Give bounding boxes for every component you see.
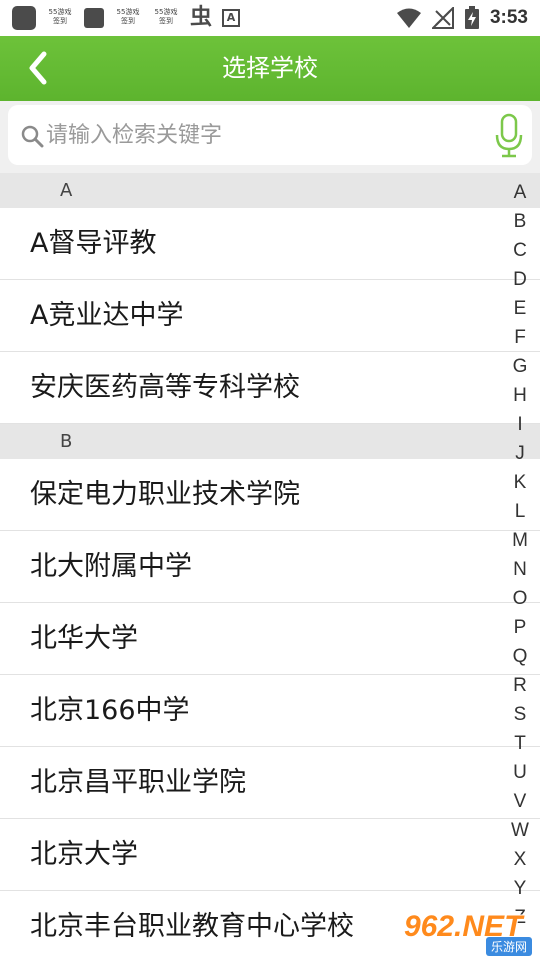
battery-charging-icon [464,6,479,29]
app-header: 选择学校 [0,36,540,101]
list-item[interactable]: 安庆医药高等专科学校 [0,352,540,424]
index-letter-c[interactable]: C [508,236,532,265]
list-item[interactable]: 北京昌平职业学院 [0,747,540,819]
site-watermark: 962.NET 乐游网 [404,910,532,956]
microphone-icon[interactable] [494,113,524,159]
index-letter-f[interactable]: F [508,323,532,352]
index-letter-p[interactable]: P [508,613,532,642]
index-letter-w[interactable]: W [508,816,532,845]
list-item[interactable]: 北京大学 [0,819,540,891]
index-letter-l[interactable]: L [508,497,532,526]
game-signin-badge-1: 55游戏 签到 [48,8,72,25]
list-item[interactable]: A竞业达中学 [0,280,540,352]
index-letter-e[interactable]: E [508,294,532,323]
list-item[interactable]: 北京166中学 [0,675,540,747]
index-letter-t[interactable]: T [508,729,532,758]
index-letter-m[interactable]: M [508,526,532,555]
index-letter-j[interactable]: J [508,439,532,468]
index-letter-d[interactable]: D [508,265,532,294]
school-list: A A督导评教 A竞业达中学 安庆医药高等专科学校 B 保定电力职业技术学院 北… [0,173,540,960]
section-header-b: B [0,424,540,459]
index-letter-v[interactable]: V [508,787,532,816]
index-letter-b[interactable]: B [508,207,532,236]
index-letter-r[interactable]: R [508,671,532,700]
list-item[interactable]: 北华大学 [0,603,540,675]
index-letter-i[interactable]: I [508,410,532,439]
index-letter-y[interactable]: Y [508,874,532,903]
index-letter-k[interactable]: K [508,468,532,497]
game-signin-badge-2: 55游戏 签到 [116,8,140,25]
section-header-a: A [0,173,540,208]
index-letter-a[interactable]: A [508,178,532,207]
index-letter-u[interactable]: U [508,758,532,787]
index-letter-o[interactable]: O [508,584,532,613]
bug-icon: 虫 [190,5,213,30]
index-letter-x[interactable]: X [508,845,532,874]
search-icon [21,125,44,148]
app-notification-icon [12,6,36,30]
wifi-icon [396,8,421,28]
notification-icons: 55游戏 签到 55游戏 签到 55游戏 签到 虫 A [12,4,241,32]
index-letter-q[interactable]: Q [508,642,532,671]
list-item[interactable]: A督导评教 [0,208,540,280]
status-bar: 55游戏 签到 55游戏 签到 55游戏 签到 虫 A 3:53 [0,0,540,36]
index-letter-g[interactable]: G [508,352,532,381]
square-notification-icon [84,8,104,28]
system-icons: 3:53 [396,0,528,36]
index-letter-s[interactable]: S [508,700,532,729]
index-letter-h[interactable]: H [508,381,532,410]
list-item[interactable]: 北大附属中学 [0,531,540,603]
list-item[interactable]: 保定电力职业技术学院 [0,459,540,531]
signal-icon [431,7,454,29]
clock-time: 3:53 [489,7,528,28]
search-input[interactable] [46,115,486,155]
index-letter-n[interactable]: N [508,555,532,584]
a-notification-icon: A [222,9,241,27]
page-title: 选择学校 [222,54,318,82]
search-area [0,101,540,173]
alphabet-index-bar[interactable]: A B C D E F G H I J K L M N O P Q R S T … [508,178,532,932]
game-signin-badge-3: 55游戏 签到 [154,8,178,25]
search-box [8,105,532,165]
watermark-site-name: 乐游网 [485,937,532,956]
